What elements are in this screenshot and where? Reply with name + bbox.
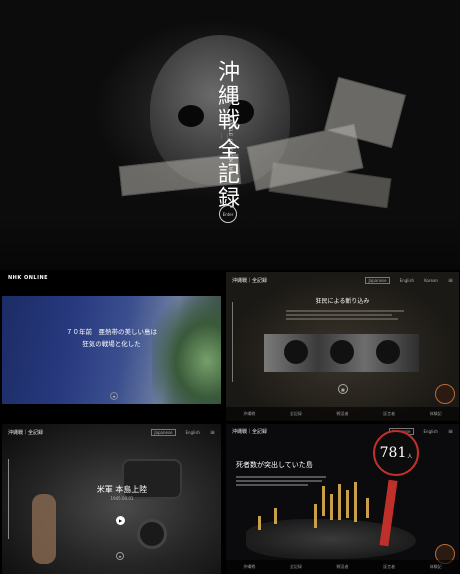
- map-button[interactable]: ▦: [338, 384, 348, 394]
- photo-bubble-2[interactable]: [330, 340, 354, 364]
- panel-casualties: 沖縄戦｜全記録 Japanese English ≡ 781 人 死者数が突出し…: [226, 424, 459, 574]
- scroll-down-button[interactable]: ▾: [116, 552, 124, 560]
- side-rail: [232, 302, 233, 382]
- nav-witness[interactable]: 証言者: [383, 564, 395, 570]
- nav-victims[interactable]: 戦没者: [336, 411, 348, 417]
- brand-logo[interactable]: 沖縄戦｜全記録: [232, 428, 267, 435]
- related-video-button[interactable]: [435, 384, 455, 404]
- nav-account[interactable]: 体験記: [430, 411, 442, 417]
- count-unit: 人: [407, 453, 413, 460]
- play-button[interactable]: ▶: [116, 516, 125, 525]
- section-date: 1945.04.01: [110, 496, 134, 501]
- menu-icon[interactable]: ≡: [448, 277, 453, 284]
- menu-icon[interactable]: ≡: [448, 428, 453, 435]
- nav-witness[interactable]: 証言者: [383, 411, 395, 417]
- nav-account[interactable]: 体験記: [430, 564, 442, 570]
- scroll-down-button[interactable]: ▾: [110, 392, 118, 400]
- panel-charge: 沖縄戦｜全記録 Japanese English Korean ≡ 狂民による斬…: [226, 272, 459, 421]
- casualty-bar: [346, 490, 349, 518]
- section-heading: 死者数が突出していた島: [236, 461, 313, 469]
- chevron-down-icon: ▾: [112, 393, 115, 399]
- intro-text-line2: 狂気の戦場と化した: [82, 340, 141, 348]
- casualty-bar: [338, 484, 341, 520]
- nav-okinawa[interactable]: 沖縄戦: [243, 564, 255, 570]
- casualty-bar: [274, 508, 277, 524]
- nav-record[interactable]: 全記録: [290, 564, 302, 570]
- casualty-bar: [322, 486, 325, 516]
- menu-icon[interactable]: ≡: [210, 429, 215, 436]
- section-heading: 米軍 本島上陸: [96, 485, 148, 494]
- nav-record[interactable]: 全記録: [290, 411, 302, 417]
- side-rail: [8, 459, 9, 539]
- photo-bubble-3[interactable]: [376, 340, 400, 364]
- casualty-bar: [366, 498, 369, 518]
- chevron-down-icon: ▾: [118, 553, 121, 559]
- casualty-bar: [258, 516, 261, 530]
- enter-button[interactable]: Enter: [219, 205, 237, 223]
- nhk-logo[interactable]: NHK ONLINE: [8, 275, 48, 281]
- hero-title-secondary: 全記録: [214, 138, 239, 210]
- casualty-bar: [354, 482, 357, 522]
- brand-logo[interactable]: 沖縄戦｜全記録: [232, 277, 267, 284]
- count-value: 781: [379, 445, 407, 461]
- lang-korean[interactable]: Korean: [424, 278, 438, 283]
- section-heading: 狂民による斬り込み: [315, 298, 370, 305]
- lang-english[interactable]: English: [424, 429, 438, 434]
- nav-okinawa[interactable]: 沖縄戦: [243, 411, 255, 417]
- intro-text-line1: ７０年前 亜熱帯の美しい島は: [66, 328, 157, 336]
- lang-japanese[interactable]: Japanese: [365, 276, 390, 284]
- lang-japanese[interactable]: Japanese: [151, 428, 176, 436]
- lang-english[interactable]: English: [400, 278, 414, 283]
- count-badge: 781 人: [373, 430, 419, 476]
- casualty-bar: [330, 494, 333, 520]
- panel-intro: NHK ONLINE ７０年前 亜熱帯の美しい島は 狂気の戦場と化した ▾: [2, 272, 221, 421]
- casualty-bar: [314, 504, 317, 528]
- brand-logo[interactable]: 沖縄戦｜全記録: [8, 429, 43, 436]
- bottom-nav: 沖縄戦 全記録 戦没者 証言者 体験記: [226, 560, 459, 574]
- map-icon: ▦: [341, 386, 345, 392]
- bottom-nav: 沖縄戦 全記録 戦没者 証言者 体験記: [226, 407, 459, 421]
- lang-english[interactable]: English: [186, 430, 200, 435]
- photo-bubble-1[interactable]: [284, 340, 308, 364]
- hero-section: 沖縄戦 BATTLE OF OKINAWA 全記録 Enter: [0, 0, 460, 270]
- play-icon: ▶: [118, 518, 123, 523]
- panel-landing: 沖縄戦｜全記録 Japanese English ≡ 米軍 本島上陸 1945.…: [2, 424, 221, 574]
- nav-victims[interactable]: 戦没者: [336, 564, 348, 570]
